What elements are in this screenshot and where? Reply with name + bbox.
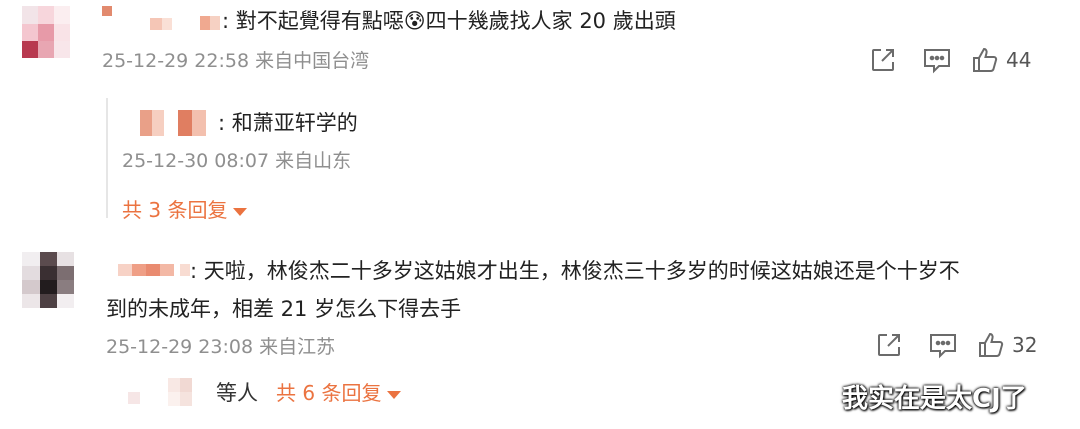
reply-others-prefix: 等人 bbox=[216, 381, 258, 405]
more-replies-label: 共 6 条回复 bbox=[276, 381, 382, 405]
share-icon bbox=[872, 49, 894, 71]
comment-button[interactable] bbox=[926, 330, 960, 360]
more-replies-link[interactable]: 共 6 条回复 bbox=[276, 379, 402, 407]
share-button[interactable] bbox=[872, 330, 906, 360]
watermark: 我实在是太CJ了 bbox=[842, 384, 1027, 414]
like-count: 44 bbox=[1006, 48, 1032, 72]
caret-down-icon bbox=[387, 390, 402, 399]
comment-meta: 25-12-29 22:58 来自中国台湾 bbox=[102, 50, 370, 72]
comment-actions: 32 bbox=[872, 330, 1037, 360]
reply-divider bbox=[106, 98, 108, 218]
more-replies-link[interactable]: 共 3 条回复 bbox=[122, 196, 248, 224]
comment-text-line1: : 天啦，林俊杰二十多岁这姑娘才出生，林俊杰三十多岁的时候这姑娘还是个十岁不 bbox=[190, 259, 960, 283]
avatar[interactable] bbox=[22, 252, 74, 308]
comment-icon bbox=[924, 49, 950, 74]
reply-avatars[interactable] bbox=[128, 378, 192, 408]
like-button[interactable]: 44 bbox=[972, 45, 1031, 75]
share-icon bbox=[878, 334, 900, 356]
username[interactable] bbox=[118, 264, 196, 278]
more-replies-label: 共 3 条回复 bbox=[122, 198, 228, 222]
like-button[interactable]: 32 bbox=[978, 330, 1037, 360]
avatar[interactable] bbox=[22, 6, 70, 58]
comment-text: : 對不起覺得有點噁😰四十幾歲找人家 20 歲出頭 bbox=[222, 9, 676, 33]
caret-down-icon bbox=[233, 207, 248, 216]
comment-icon bbox=[930, 334, 956, 359]
reply-text: : 和萧亚轩学的 bbox=[218, 111, 358, 135]
comment-actions: 44 bbox=[866, 45, 1031, 75]
thumbs-up-icon bbox=[973, 47, 998, 72]
share-button[interactable] bbox=[866, 45, 900, 75]
reply-meta: 25-12-30 08:07 来自山东 bbox=[122, 150, 352, 172]
thumbs-up-icon bbox=[979, 332, 1004, 357]
comment-meta: 25-12-29 23:08 来自江苏 bbox=[106, 336, 336, 358]
reply-username[interactable] bbox=[140, 110, 208, 136]
like-count: 32 bbox=[1012, 333, 1038, 357]
comment-button[interactable] bbox=[920, 45, 954, 75]
username[interactable] bbox=[102, 6, 220, 30]
comment-text-line2: 到的未成年，相差 21 岁怎么下得去手 bbox=[106, 297, 462, 321]
